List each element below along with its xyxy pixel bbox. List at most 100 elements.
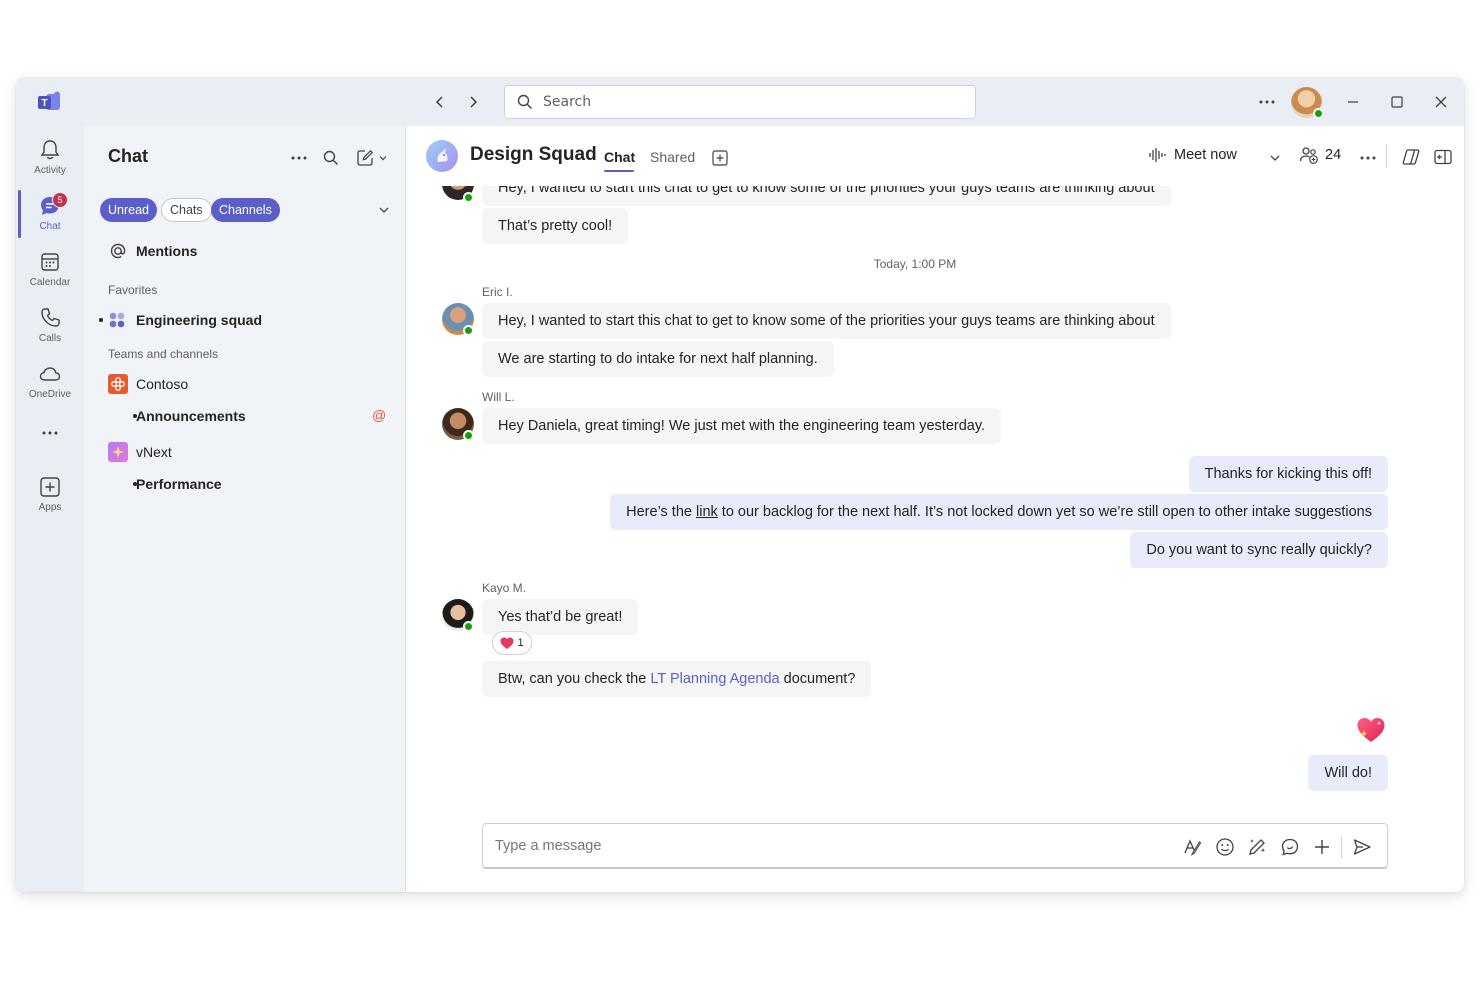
backlog-link[interactable]: link bbox=[696, 504, 718, 520]
people-add-icon bbox=[1299, 147, 1318, 164]
message-list[interactable]: Hey, I wanted to start this chat to get … bbox=[406, 186, 1464, 812]
close-button[interactable] bbox=[1430, 90, 1452, 114]
tab-chat[interactable]: Chat bbox=[604, 149, 635, 165]
rail-item-activity[interactable]: Activity bbox=[16, 138, 84, 190]
list-search-button[interactable] bbox=[320, 146, 342, 170]
rail-item-calls[interactable]: Calls bbox=[16, 306, 84, 358]
unread-dot bbox=[133, 414, 137, 418]
mention-badge-icon: @ bbox=[372, 407, 387, 423]
message-input[interactable] bbox=[495, 838, 1095, 854]
list-title: Chat bbox=[108, 146, 148, 166]
rail-item-calendar[interactable]: Calendar bbox=[16, 250, 84, 302]
unread-dot bbox=[133, 482, 137, 486]
sender-name: Will L. bbox=[482, 390, 515, 404]
svg-text:T: T bbox=[41, 98, 47, 109]
message-bubble[interactable]: Yes that’d be great! bbox=[482, 599, 639, 635]
filters-expand-button[interactable] bbox=[374, 200, 394, 220]
heart-reaction[interactable]: 1 bbox=[492, 631, 532, 655]
message-bubble[interactable]: That’s pretty cool! bbox=[482, 208, 629, 244]
copilot-button[interactable] bbox=[1400, 145, 1422, 169]
presence-available-icon bbox=[463, 192, 474, 203]
message-bubble[interactable]: Hey, I wanted to start this chat to get … bbox=[482, 303, 1171, 339]
rail-item-onedrive[interactable]: OneDrive bbox=[16, 362, 84, 414]
praise-button[interactable] bbox=[1279, 836, 1301, 858]
attach-button[interactable] bbox=[1311, 836, 1333, 858]
chat-header: Design Squad Chat Shared Meet now 24 bbox=[406, 126, 1464, 186]
tab-shared[interactable]: Shared bbox=[650, 149, 695, 165]
chat-more-button[interactable] bbox=[1358, 146, 1378, 170]
outgoing-message-bubble[interactable]: Do you want to sync really quickly? bbox=[1130, 532, 1388, 568]
rail-item-apps[interactable]: Apps bbox=[16, 475, 84, 527]
chat-list-pane: Chat Unread Chats Channels Mentions Favo… bbox=[84, 126, 406, 892]
format-button[interactable] bbox=[1181, 836, 1203, 858]
back-button[interactable] bbox=[430, 92, 450, 112]
list-item-label: Engineering squad bbox=[136, 312, 263, 328]
forward-button[interactable] bbox=[463, 92, 483, 112]
maximize-icon bbox=[1391, 96, 1403, 108]
emoji-button[interactable] bbox=[1214, 836, 1236, 858]
calendar-icon bbox=[41, 253, 59, 271]
presence-available-icon bbox=[463, 430, 474, 441]
channel-item-performance[interactable]: Performance bbox=[84, 469, 406, 499]
filter-unread[interactable]: Unread bbox=[100, 198, 157, 222]
sender-name: Kayo M. bbox=[482, 581, 527, 595]
search-placeholder: Search bbox=[543, 94, 592, 110]
presence-available-icon bbox=[1313, 108, 1324, 119]
add-tab-button[interactable] bbox=[710, 146, 730, 170]
more-horizontal-icon bbox=[42, 431, 58, 435]
add-app-icon bbox=[40, 477, 60, 497]
meet-options-button[interactable] bbox=[1266, 146, 1284, 170]
rail-label: Chat bbox=[39, 221, 61, 232]
open-side-panel-button[interactable] bbox=[1432, 145, 1454, 169]
more-horizontal-icon bbox=[291, 156, 307, 160]
presence-available-icon bbox=[463, 325, 474, 336]
filter-chats[interactable]: Chats bbox=[161, 198, 212, 222]
unread-dot bbox=[99, 318, 103, 322]
minimize-button[interactable] bbox=[1342, 90, 1364, 114]
teams-window: T Search Activity Chat 5 Calendar Calls … bbox=[16, 78, 1464, 892]
search-input[interactable]: Search bbox=[504, 85, 976, 119]
message-text: document? bbox=[779, 671, 856, 687]
search-icon bbox=[323, 150, 338, 165]
list-item-engineering-squad[interactable]: Engineering squad bbox=[84, 305, 406, 335]
outgoing-message-bubble[interactable]: Here’s the link to our backlog for the n… bbox=[610, 494, 1388, 530]
outgoing-message-bubble[interactable]: Will do! bbox=[1308, 755, 1388, 791]
group-avatar[interactable] bbox=[426, 140, 458, 172]
emoji-icon bbox=[1216, 838, 1234, 856]
rail-item-chat[interactable]: Chat bbox=[16, 194, 84, 246]
bell-icon bbox=[40, 140, 60, 160]
at-mention-icon bbox=[110, 243, 126, 259]
side-panel-icon bbox=[1434, 149, 1452, 165]
compose-icon bbox=[357, 149, 374, 166]
team-item-contoso[interactable]: Contoso bbox=[84, 369, 406, 399]
message-bubble[interactable]: Hey, I wanted to start this chat to get … bbox=[482, 186, 1171, 206]
message-bubble[interactable]: Btw, can you check the LT Planning Agend… bbox=[482, 661, 872, 697]
rail-label: Calls bbox=[38, 333, 62, 344]
send-button[interactable] bbox=[1351, 836, 1373, 858]
list-more-button[interactable] bbox=[288, 146, 310, 170]
unicorn-icon bbox=[437, 148, 448, 162]
day-timestamp: Today, 1:00 PM bbox=[873, 257, 957, 271]
channel-item-announcements[interactable]: Announcements @ bbox=[84, 401, 406, 431]
teams-section-label: Teams and channels bbox=[108, 347, 219, 361]
list-item-mentions[interactable]: Mentions bbox=[84, 236, 406, 266]
meet-now-button[interactable]: Meet now bbox=[1148, 146, 1237, 164]
maximize-button[interactable] bbox=[1386, 90, 1408, 114]
filter-channels[interactable]: Channels bbox=[211, 198, 280, 222]
send-icon bbox=[1353, 839, 1371, 855]
rail-more-apps-button[interactable] bbox=[16, 426, 84, 450]
outgoing-message-bubble[interactable]: Thanks for kicking this off! bbox=[1188, 456, 1388, 492]
participants-button[interactable]: 24 bbox=[1299, 146, 1341, 164]
teams-logo-icon: T bbox=[38, 91, 60, 110]
new-chat-button[interactable] bbox=[354, 146, 390, 170]
team-item-vnext[interactable]: vNext bbox=[84, 437, 406, 467]
compose-box[interactable] bbox=[482, 823, 1388, 869]
header-divider bbox=[1386, 144, 1387, 168]
title-bar: T Search bbox=[16, 78, 1464, 126]
message-bubble[interactable]: Hey Daniela, great timing! We just met w… bbox=[482, 408, 1002, 444]
message-bubble[interactable]: We are starting to do intake for next ha… bbox=[482, 341, 834, 377]
settings-more-button[interactable] bbox=[1256, 90, 1278, 114]
document-link[interactable]: LT Planning Agenda bbox=[650, 671, 779, 687]
vnext-team-icon bbox=[108, 442, 128, 462]
loop-component-button[interactable] bbox=[1246, 836, 1268, 858]
